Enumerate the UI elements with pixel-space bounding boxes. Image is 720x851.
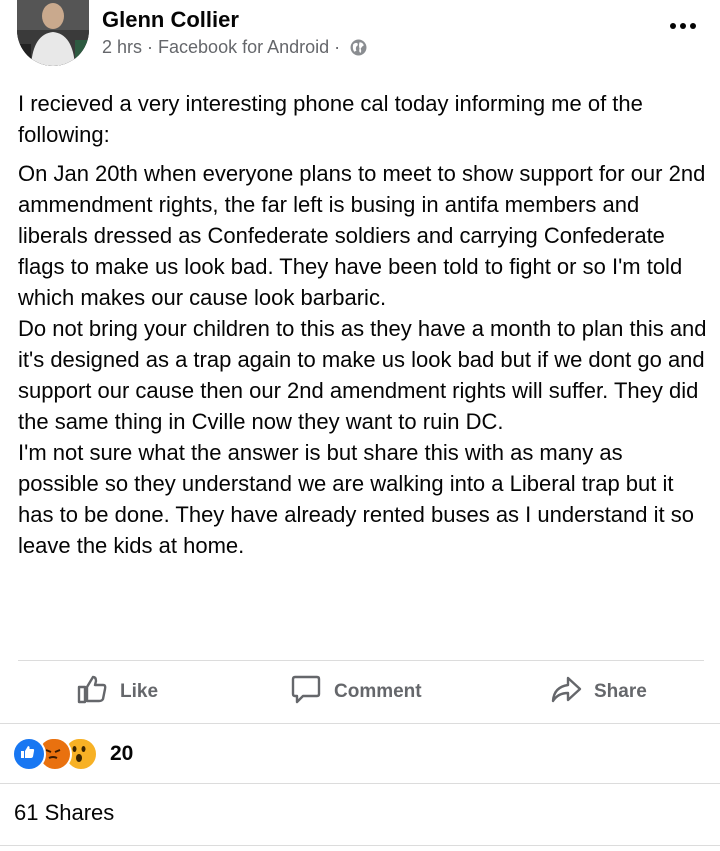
like-button[interactable]: Like (76, 662, 158, 722)
post-source: Facebook for Android (158, 37, 330, 57)
more-options-icon[interactable] (666, 16, 700, 36)
post-paragraph: I recieved a very interesting phone cal … (18, 91, 643, 147)
action-bar: Like Comment Share (0, 662, 720, 722)
avatar[interactable] (17, 0, 89, 66)
author-name[interactable]: Glenn Collier (102, 7, 239, 33)
share-label: Share (594, 681, 647, 702)
post-paragraph: Do not bring your children to this as th… (18, 316, 707, 434)
like-reaction-icon (12, 737, 46, 771)
post-paragraph: On Jan 20th when everyone plans to meet … (18, 161, 706, 310)
post-meta: 2 hrs · Facebook for Android · (102, 37, 367, 58)
like-label: Like (120, 681, 159, 702)
thumbs-up-icon (76, 673, 108, 711)
comment-icon (290, 673, 322, 711)
reactions-summary[interactable]: 20 (12, 736, 133, 772)
post-header: Glenn Collier 2 hrs · Facebook for Andro… (0, 0, 720, 78)
divider (18, 660, 704, 661)
share-arrow-icon (550, 673, 582, 711)
divider (0, 783, 720, 784)
divider (0, 845, 720, 846)
globe-icon (350, 39, 367, 56)
meta-separator: · (334, 37, 341, 57)
reaction-count: 20 (110, 742, 134, 765)
post-paragraph: I'm not sure what the answer is but shar… (18, 440, 694, 558)
comment-button[interactable]: Comment (290, 662, 422, 722)
shares-count[interactable]: 61 Shares (14, 800, 114, 826)
meta-separator: · (147, 37, 154, 57)
post-text: I recieved a very interesting phone cal … (18, 88, 708, 561)
share-button[interactable]: Share (550, 662, 647, 722)
divider (0, 723, 720, 724)
comment-label: Comment (334, 681, 422, 702)
post-time[interactable]: 2 hrs (102, 37, 142, 58)
